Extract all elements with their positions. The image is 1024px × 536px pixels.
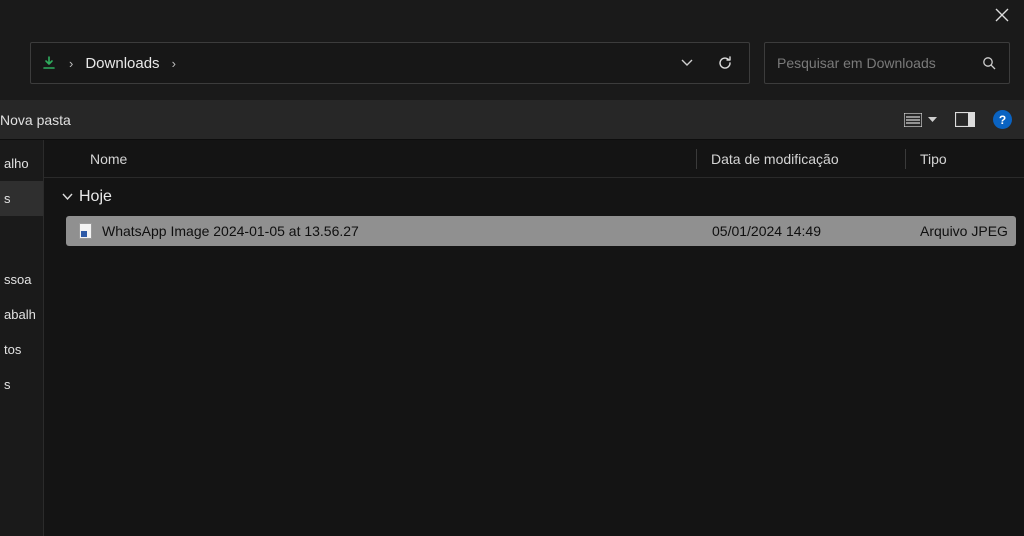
toolbar: Nova pasta ? <box>0 100 1024 140</box>
details-pane-button[interactable] <box>955 112 975 127</box>
navigation-pane: alhos ssoaabalhtoss <box>0 140 44 536</box>
column-header-date[interactable]: Data de modificação <box>697 151 905 167</box>
breadcrumb-item[interactable]: Downloads <box>85 55 159 72</box>
group-label: Hoje <box>79 188 112 206</box>
sidebar-item[interactable]: alho <box>0 146 43 181</box>
refresh-button[interactable] <box>717 55 733 71</box>
file-date: 05/01/2024 14:49 <box>698 223 906 239</box>
search-icon <box>982 56 997 71</box>
close-icon <box>995 8 1009 22</box>
column-header-type[interactable]: Tipo <box>906 151 947 167</box>
new-folder-button[interactable]: Nova pasta <box>0 112 71 128</box>
column-headers: Nome Data de modificação Tipo <box>44 140 1024 178</box>
address-row: › Downloads › Pesquisar em Downloads <box>0 34 1024 100</box>
search-input[interactable]: Pesquisar em Downloads <box>764 42 1010 84</box>
sidebar-item[interactable]: tos <box>0 332 43 367</box>
refresh-icon <box>717 55 733 71</box>
sidebar-item[interactable]: ssoa <box>0 262 43 297</box>
close-button[interactable] <box>980 0 1024 30</box>
list-icon <box>904 113 922 127</box>
file-list-area: Nome Data de modificação Tipo Hoje Whats… <box>44 140 1024 536</box>
caret-down-icon <box>928 117 937 123</box>
sidebar-item[interactable]: s <box>0 367 43 402</box>
preview-pane-icon <box>955 112 975 127</box>
help-button[interactable]: ? <box>993 110 1012 129</box>
chevron-right-icon: › <box>172 56 176 71</box>
file-icon <box>76 223 94 239</box>
view-mode-button[interactable] <box>904 113 937 127</box>
download-icon <box>41 55 57 71</box>
sidebar-item[interactable]: abalh <box>0 297 43 332</box>
column-header-name[interactable]: Nome <box>44 151 696 167</box>
sidebar-item[interactable]: s <box>0 181 43 216</box>
titlebar <box>0 0 1024 34</box>
chevron-right-icon: › <box>69 56 73 71</box>
file-row[interactable]: WhatsApp Image 2024-01-05 at 13.56.2705/… <box>66 216 1016 246</box>
file-name: WhatsApp Image 2024-01-05 at 13.56.27 <box>102 223 698 239</box>
body: alhos ssoaabalhtoss Nome Data de modific… <box>0 140 1024 536</box>
address-bar[interactable]: › Downloads › <box>30 42 750 84</box>
chevron-down-icon <box>62 193 73 201</box>
group-header[interactable]: Hoje <box>44 178 1024 216</box>
search-placeholder: Pesquisar em Downloads <box>777 55 936 71</box>
file-type: Arquivo JPEG <box>906 223 1008 239</box>
chevron-down-icon <box>681 59 693 67</box>
history-dropdown-button[interactable] <box>681 59 693 67</box>
